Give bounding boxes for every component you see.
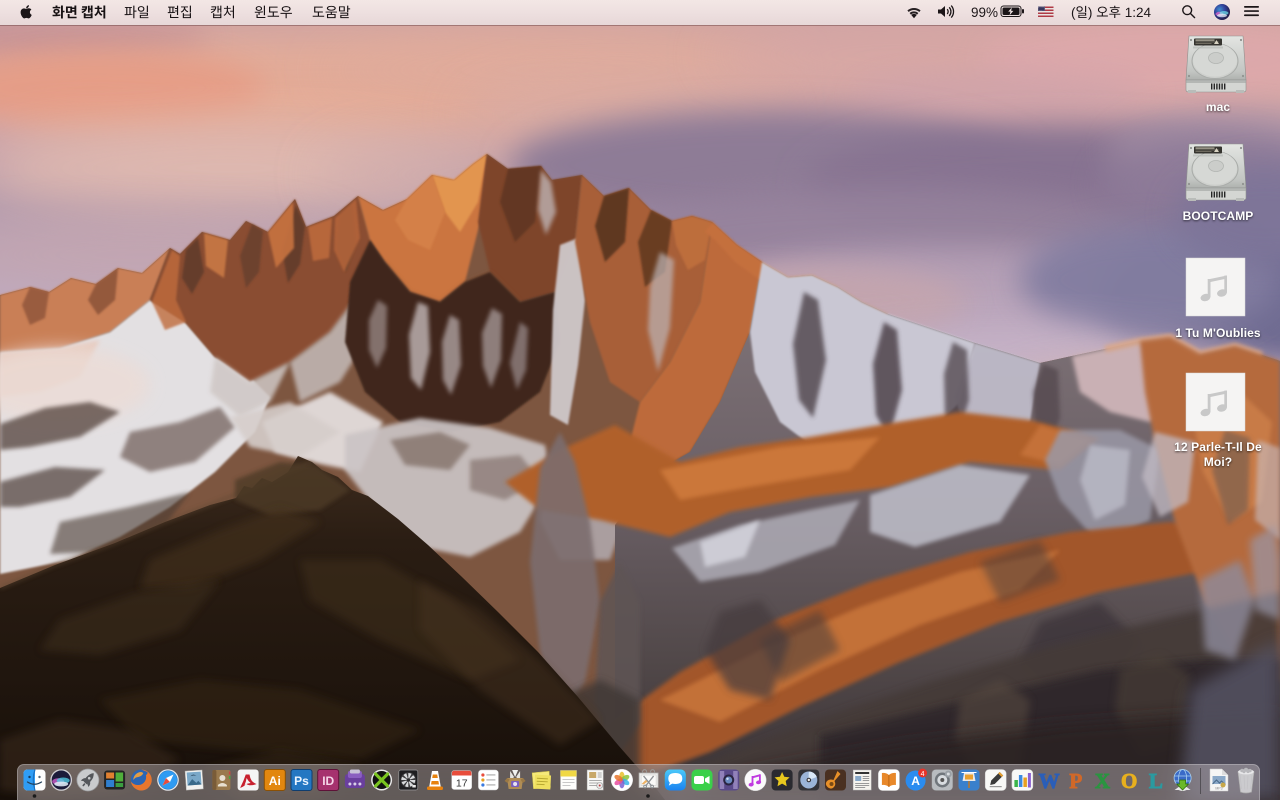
svg-text:P: P (1069, 769, 1082, 793)
svg-text:MP3: MP3 (1215, 787, 1222, 791)
svg-text:17: 17 (456, 778, 468, 790)
svg-text:Ps: Ps (294, 774, 309, 788)
svg-text:Ai: Ai (269, 774, 281, 788)
svg-text:4: 4 (921, 771, 925, 778)
svg-text:W: W (1039, 769, 1060, 793)
svg-text:ID: ID (322, 774, 334, 788)
svg-text:O: O (1121, 769, 1137, 793)
svg-text:L: L (1149, 769, 1163, 793)
svg-text:X: X (1095, 769, 1110, 793)
svg-text:A: A (911, 774, 920, 788)
